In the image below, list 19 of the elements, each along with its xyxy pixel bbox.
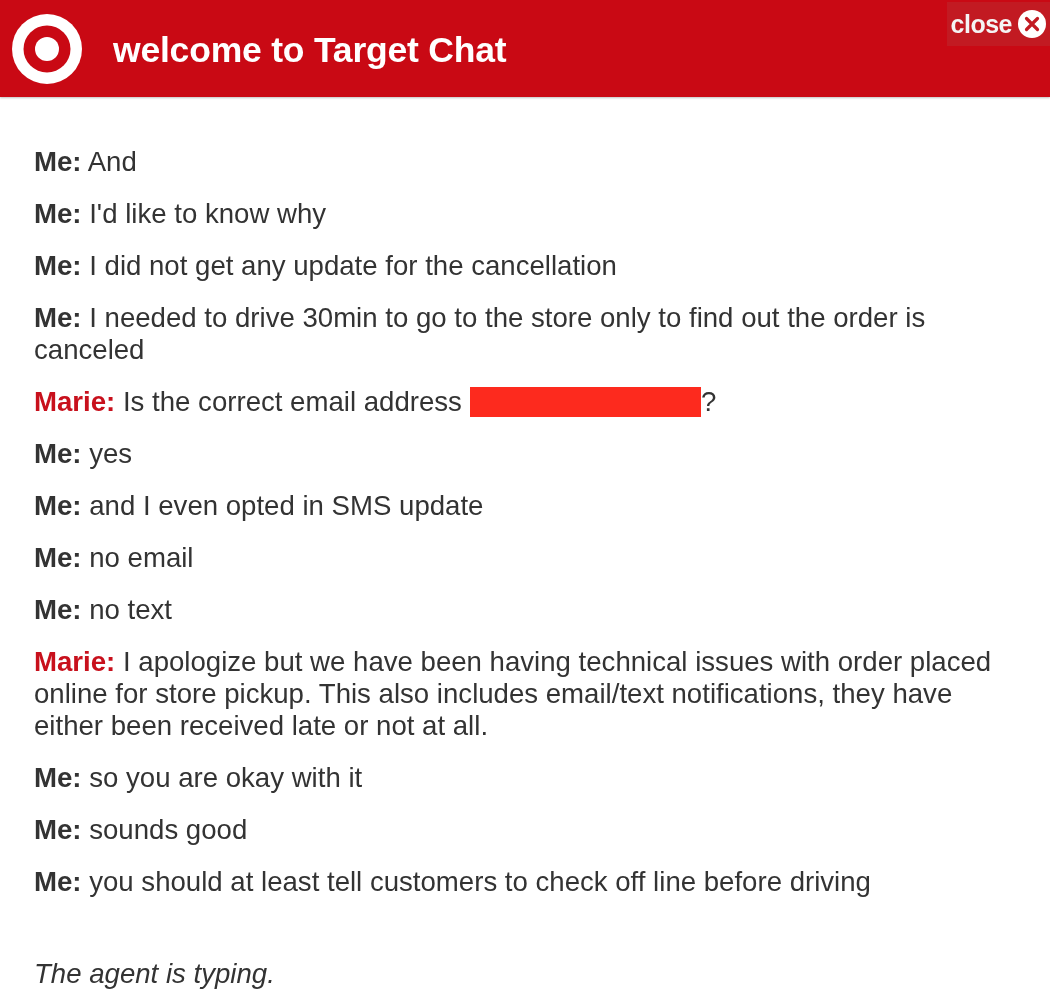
chat-message: Me: you should at least tell customers to check off line before driving: [34, 866, 872, 898]
typing-status: The agent is typing.: [34, 958, 276, 990]
chat-message: Me: yes: [34, 438, 134, 470]
chat-message: Marie: Is the correct email address: [34, 386, 462, 418]
chat-message: Me: I'd like to know why: [34, 198, 328, 230]
chat-message: Me: and I even opted in SMS update: [34, 490, 485, 522]
bullseye-icon: [12, 13, 82, 84]
chat-message: Me: And: [34, 146, 138, 178]
chat-message: Me: so you are okay with it: [34, 762, 364, 794]
chat-message: Me: no text: [34, 594, 174, 626]
chat-message: Me: I needed to drive 30min to go to the store only to find out the order is canceled: [34, 302, 927, 366]
chat-message: Me: no email: [34, 542, 195, 574]
message-text: ?: [700, 386, 717, 418]
chat-message: Me: sounds good: [34, 814, 249, 846]
close-button[interactable]: close: [946, 2, 1050, 46]
chat-message: Marie: I apologize but we have been having technical issues with order placed online for store pickup. This also includes email/text notifications, they have either been received late or not at all.: [34, 646, 993, 742]
close-icon: [1018, 10, 1046, 38]
window-title: welcome to Target Chat: [113, 30, 507, 71]
chat-message: Me: I did not get any update for the cancellation: [34, 250, 618, 282]
